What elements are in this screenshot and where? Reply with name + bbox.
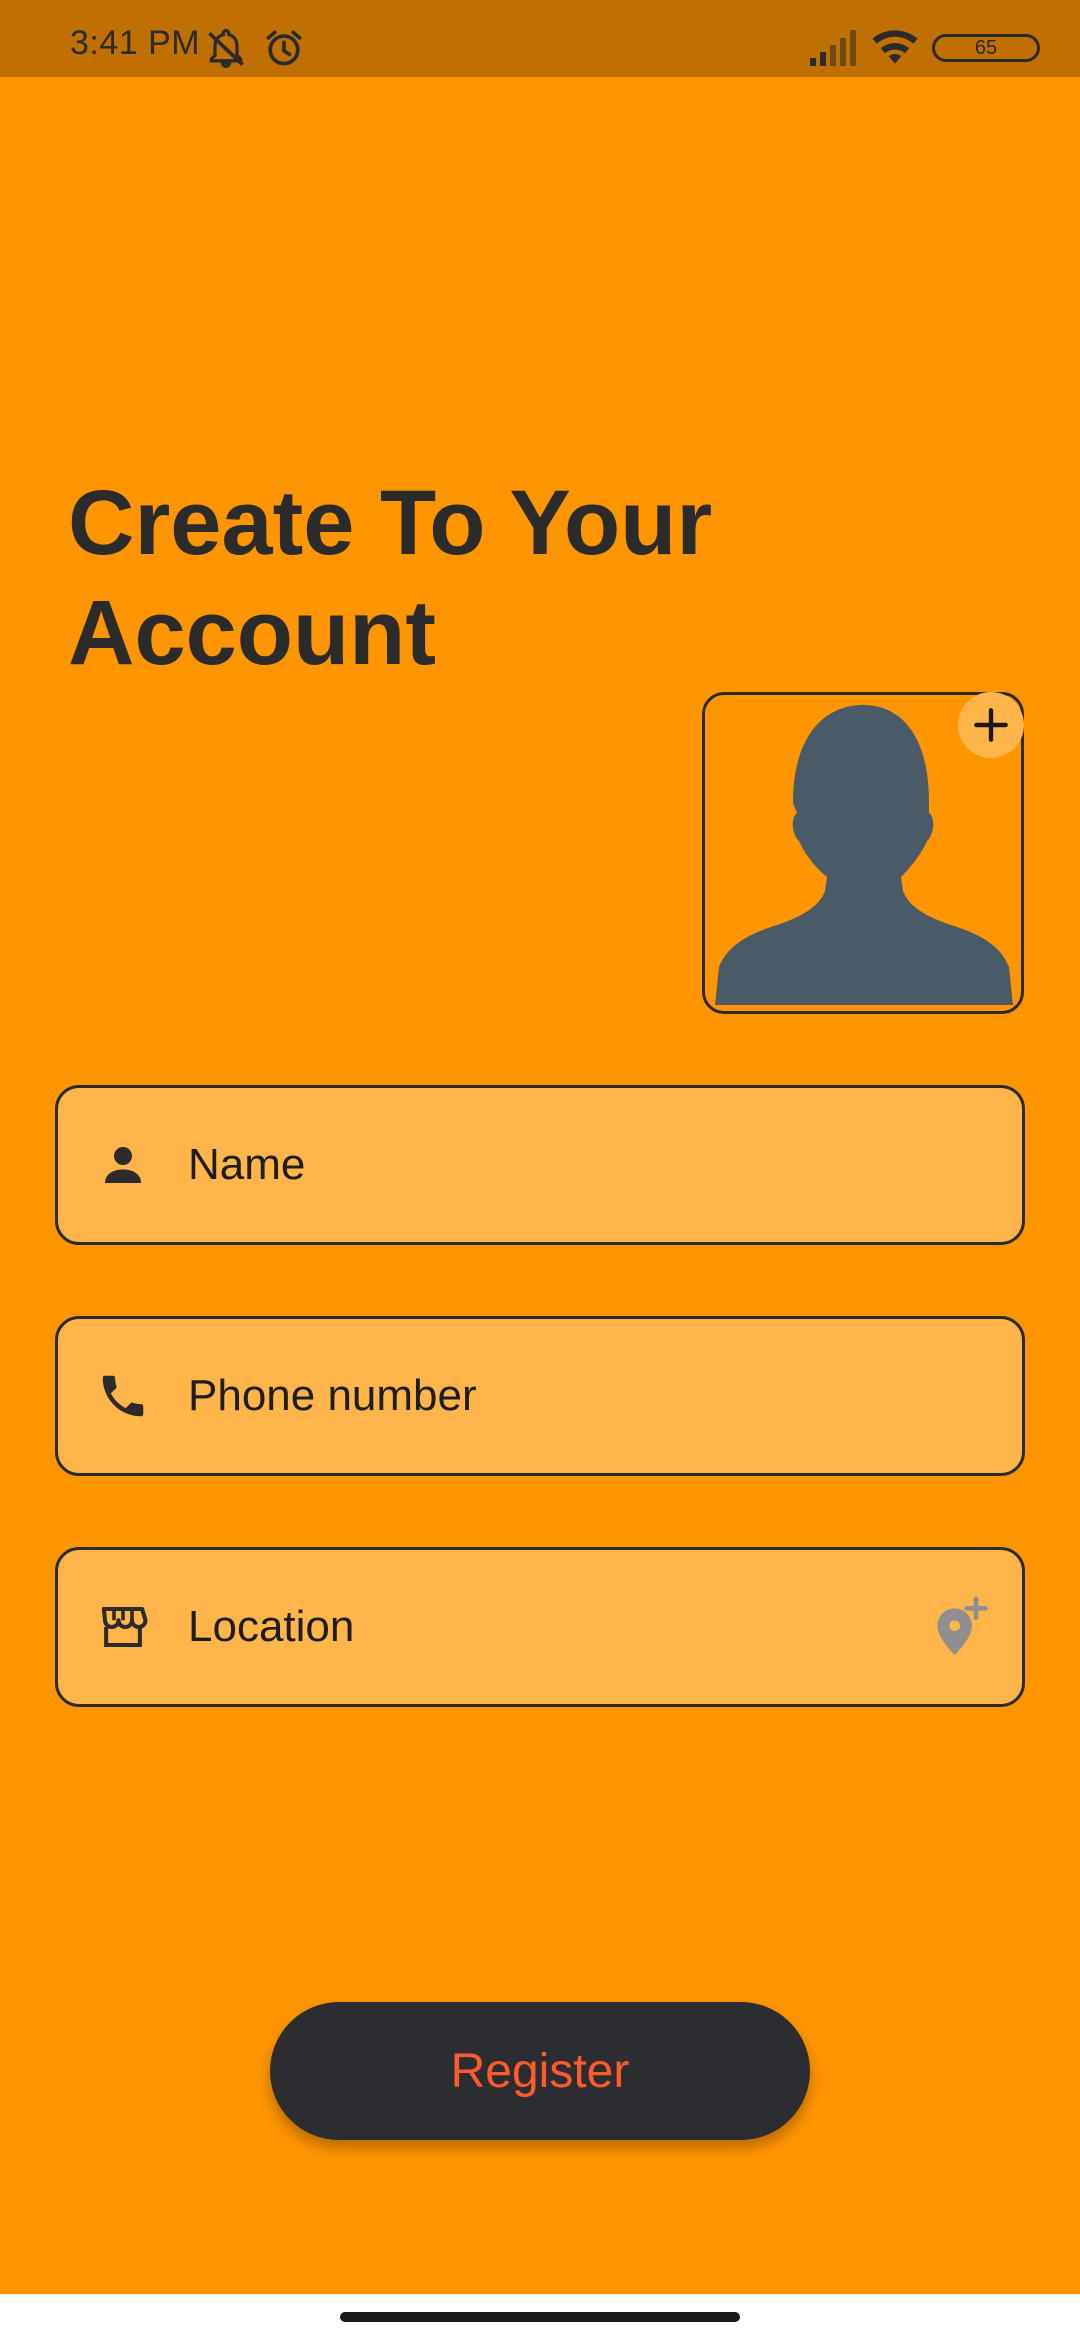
phone-input[interactable] [188, 1319, 948, 1473]
phone-field[interactable] [55, 1316, 1025, 1476]
wifi-icon [870, 26, 920, 73]
signal-icon [808, 30, 858, 71]
register-button[interactable]: Register [270, 2002, 810, 2140]
plus-icon [974, 708, 1008, 742]
phone-icon [102, 1375, 144, 1417]
alarm-icon [262, 26, 306, 75]
battery-icon: 65 [932, 34, 1040, 62]
page-title: Create To Your Account [68, 472, 713, 684]
person-icon [105, 1147, 141, 1183]
name-field[interactable] [55, 1085, 1025, 1245]
add-location-icon[interactable] [928, 1595, 992, 1659]
store-icon [101, 1606, 148, 1648]
location-field[interactable] [55, 1547, 1025, 1707]
status-time: 3:41 PM [70, 24, 201, 62]
name-input[interactable] [188, 1088, 948, 1242]
home-indicator[interactable] [340, 2312, 740, 2322]
add-photo-button[interactable] [958, 692, 1024, 758]
battery-level: 65 [974, 36, 998, 59]
status-bar: 3:41 PM 65 [0, 0, 1080, 77]
mute-notifications-icon [204, 26, 248, 75]
location-input[interactable] [188, 1550, 948, 1704]
